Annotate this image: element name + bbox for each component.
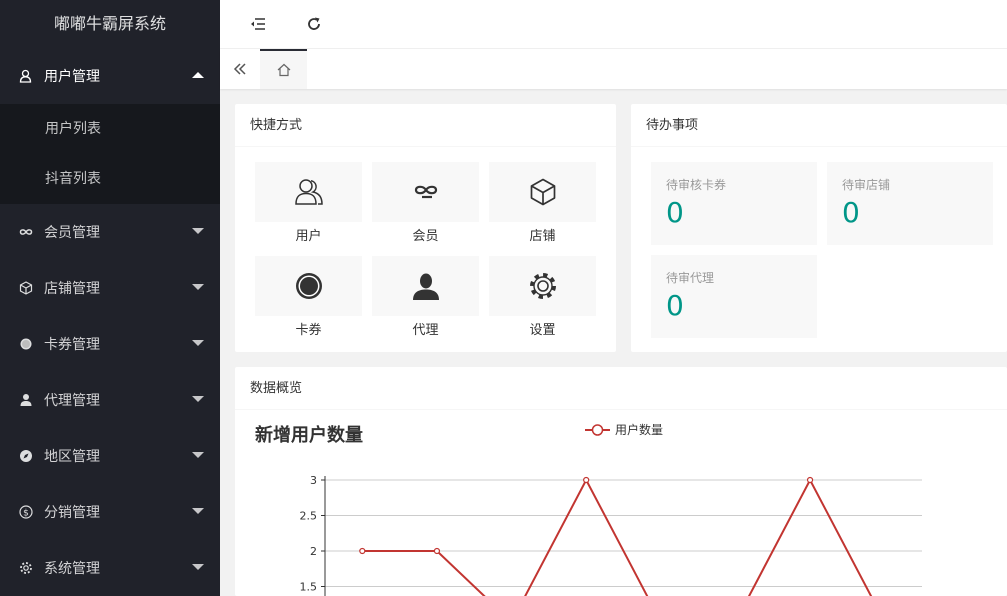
- todo-label: 待审代理: [666, 271, 715, 285]
- chevron-up-icon: [192, 72, 204, 78]
- data-point: [583, 476, 590, 484]
- sidebar-item-shop-management[interactable]: 店铺管理: [0, 260, 220, 316]
- card-title: 快捷方式: [235, 104, 616, 147]
- legend-marker: [591, 424, 604, 436]
- shortcut-label: 店铺: [529, 229, 556, 244]
- chevron-down-icon: [192, 396, 204, 402]
- cube-icon: [18, 280, 34, 296]
- todo-card: 待办事项 待审核卡券 0 待审店铺 0 待审代理 0: [631, 104, 1007, 352]
- sidebar-item-user-management[interactable]: 用户管理: [0, 48, 220, 104]
- sidebar: 嘟嘟牛霸屏系统 用户管理 用户列表 抖音列表 会员管理 店铺管理 卡券管理 代理…: [0, 0, 220, 596]
- y-tick-label: 1.5: [300, 581, 318, 594]
- sidebar-item-agent-management[interactable]: 代理管理: [0, 372, 220, 428]
- card-title: 待办事项: [631, 104, 1007, 147]
- shortcut-label: 会员: [412, 229, 439, 244]
- person-icon: [411, 271, 441, 301]
- menu-fold-icon[interactable]: [248, 14, 268, 34]
- sidebar-item-label: 代理管理: [44, 393, 100, 409]
- todo-label: 待审核卡券: [666, 178, 727, 192]
- chevron-down-icon: [192, 564, 204, 570]
- gear-icon: [527, 270, 559, 302]
- shortcut-coupons[interactable]: 卡券: [255, 256, 362, 342]
- double-left-icon[interactable]: [220, 49, 260, 89]
- users-icon: [293, 176, 325, 208]
- quick-access-card: 快捷方式 用户 会员 店铺 卡券 代理 设置: [235, 104, 616, 352]
- data-point: [806, 476, 814, 484]
- sidebar-item-label: 店铺管理: [44, 281, 100, 297]
- top-header: [220, 0, 1007, 49]
- series-line: [362, 477, 873, 596]
- line-chart: 3 2.5 2 1.5 用户数量: [300, 422, 922, 596]
- todo-count: 0: [842, 196, 860, 229]
- sidebar-item-distribution-management[interactable]: $ 分销管理: [0, 484, 220, 540]
- shortcut-label: 用户: [295, 229, 322, 244]
- compass-icon: [18, 448, 34, 464]
- sidebar-item-region-management[interactable]: 地区管理: [0, 428, 220, 484]
- submenu-user-management: 用户列表 抖音列表: [0, 104, 220, 204]
- chevron-down-icon: [192, 340, 204, 346]
- chevron-down-icon: [192, 508, 204, 514]
- infinity-icon: [411, 177, 441, 207]
- shortcut-label: 代理: [412, 323, 439, 338]
- cube-icon: [528, 177, 558, 207]
- shortcut-agents[interactable]: 代理: [372, 256, 479, 342]
- sidebar-item-member-management[interactable]: 会员管理: [0, 204, 220, 260]
- sidebar-item-user-list[interactable]: 用户列表: [0, 104, 220, 154]
- chevron-down-icon: [192, 452, 204, 458]
- sidebar-item-douyin-list[interactable]: 抖音列表: [0, 154, 220, 204]
- sidebar-item-label: 分销管理: [44, 505, 100, 521]
- tab-home[interactable]: [260, 49, 307, 89]
- chevron-down-icon: [192, 284, 204, 290]
- todo-label: 待审店铺: [842, 178, 891, 192]
- person-icon: [18, 392, 34, 408]
- data-point: [359, 547, 366, 555]
- gear-icon: [18, 560, 34, 576]
- dollar-icon: $: [18, 504, 34, 520]
- todo-count: 0: [666, 289, 684, 322]
- todo-pending-coupons[interactable]: 待审核卡券 0: [651, 162, 817, 245]
- sidebar-item-system-management[interactable]: 系统管理: [0, 540, 220, 596]
- y-tick-label: 2.5: [300, 510, 318, 523]
- shortcut-label: 设置: [529, 323, 556, 338]
- shortcut-shops[interactable]: 店铺: [489, 162, 596, 248]
- shortcut-label: 卡券: [295, 323, 322, 338]
- infinity-icon: [18, 224, 34, 240]
- y-tick-label: 3: [310, 474, 317, 487]
- svg-text:$: $: [23, 509, 29, 519]
- sidebar-item-label: 用户管理: [44, 69, 100, 85]
- sidebar-item-coupon-management[interactable]: 卡券管理: [0, 316, 220, 372]
- sidebar-item-label: 卡券管理: [44, 337, 100, 353]
- home-icon: [276, 62, 292, 78]
- refresh-icon[interactable]: [304, 14, 324, 34]
- sidebar-item-label: 系统管理: [44, 561, 100, 577]
- sidebar-item-label: 地区管理: [44, 449, 100, 465]
- user-icon: [18, 68, 34, 84]
- shortcut-settings[interactable]: 设置: [489, 256, 596, 342]
- app-title: 嘟嘟牛霸屏系统: [53, 14, 166, 33]
- y-tick-label: 2: [310, 545, 317, 558]
- todo-count: 0: [666, 196, 684, 229]
- data-point: [433, 547, 441, 555]
- legend-label: 用户数量: [615, 422, 663, 437]
- tab-bar: [220, 49, 1007, 89]
- circle-icon: [18, 336, 34, 352]
- data-overview-card: 数据概览 新增用户数量 3 2.5 2 1.5 用户数量: [235, 367, 1007, 596]
- todo-pending-shops[interactable]: 待审店铺 0: [827, 162, 993, 245]
- chevron-down-icon: [192, 228, 204, 234]
- circle-icon: [294, 271, 324, 301]
- sidebar-item-label: 会员管理: [44, 225, 100, 241]
- shortcut-users[interactable]: 用户: [255, 162, 362, 248]
- shortcut-members[interactable]: 会员: [372, 162, 479, 248]
- todo-pending-agents[interactable]: 待审代理 0: [651, 255, 817, 338]
